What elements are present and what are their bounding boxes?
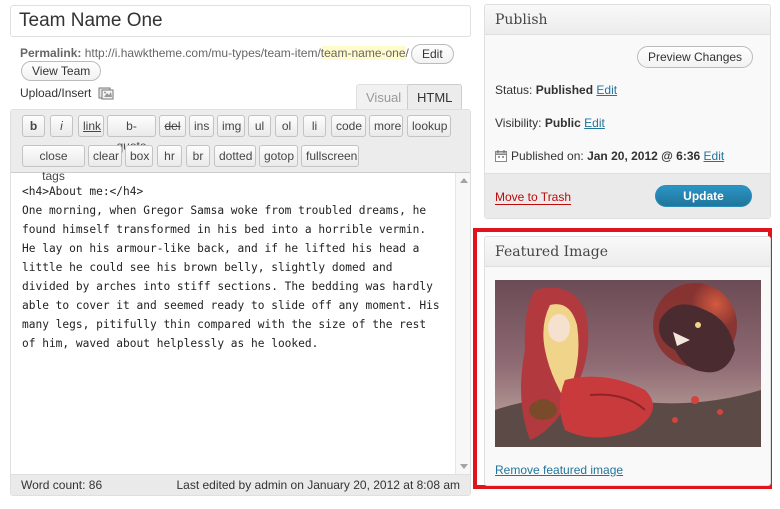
view-team-button[interactable]: View Team [21,61,102,81]
publish-box-title[interactable]: Publish [485,5,770,35]
qt-ol-button[interactable]: ol [275,115,298,137]
scroll-up-arrow-icon[interactable] [460,178,468,183]
qt-bold-button[interactable]: b [22,115,45,137]
editor-scrollbar[interactable] [455,173,470,474]
edit-slug-button[interactable]: Edit [411,44,454,64]
qt-close-tags-button[interactable]: close tags [22,145,85,183]
preview-changes-button[interactable]: Preview Changes [637,46,754,68]
update-button[interactable]: Update [655,185,752,207]
qt-li-button[interactable]: li [303,115,326,137]
featured-image-box: Featured Image Remove featured image [484,236,771,486]
featured-image-thumbnail[interactable] [495,280,761,447]
content-textarea[interactable]: <h4>About me:</h4> One morning, when Gre… [11,173,456,473]
tab-visual[interactable]: Visual [356,84,412,110]
qt-br-button[interactable]: br [186,145,210,167]
status-value: Published [535,83,594,97]
last-edited: Last edited by admin on January 20, 2012… [176,478,460,492]
published-value: Jan 20, 2012 @ 6:36 [587,149,701,163]
permalink-base: http://i.hawktheme.com/mu-types/team-ite… [84,46,321,60]
permalink-trailing: / [405,46,409,60]
qt-hr-button[interactable]: hr [157,145,182,167]
permalink-label: Permalink: [20,46,82,60]
calendar-icon [495,150,507,162]
qt-clear-button[interactable]: clear [88,145,122,167]
status-row: Status: Published Edit [495,83,617,97]
published-on-row: Published on: Jan 20, 2012 @ 6:36 Edit [495,149,724,163]
qt-box-button[interactable]: box [125,145,153,167]
status-label: Status: [495,83,533,97]
permalink-slug[interactable]: team-name-one [320,46,406,60]
remove-featured-image-link[interactable]: Remove featured image [495,463,623,477]
published-edit-link[interactable]: Edit [704,149,725,163]
qt-dotted-button[interactable]: dotted [214,145,256,167]
visibility-label: Visibility: [495,116,542,130]
move-to-trash-link[interactable]: Move to Trash [495,190,572,205]
editor-status-bar: Word count: 86 Last edited by admin on J… [11,474,470,495]
publish-actions: Move to Trash Update [485,173,770,218]
upload-insert-label: Upload/Insert [20,86,92,100]
qt-ul-button[interactable]: ul [248,115,271,137]
editor-container: b i link b-quote del ins img ul ol li co… [10,109,471,496]
qt-more-button[interactable]: more [369,115,403,137]
status-edit-link[interactable]: Edit [596,83,617,97]
visibility-value: Public [544,116,581,130]
qt-del-button[interactable]: del [159,115,186,137]
permalink-row: Permalink: http://i.hawktheme.com/mu-typ… [20,45,470,61]
visibility-row: Visibility: Public Edit [495,116,605,130]
qt-img-button[interactable]: img [217,115,245,137]
add-media-icon[interactable] [98,86,114,100]
qt-fullscreen-button[interactable]: fullscreen [301,145,359,167]
qt-gotop-button[interactable]: gotop [259,145,298,167]
post-title-input[interactable]: Team Name One [10,5,471,37]
qt-lookup-button[interactable]: lookup [407,115,451,137]
visibility-edit-link[interactable]: Edit [584,116,605,130]
qt-ins-button[interactable]: ins [189,115,214,137]
tab-html[interactable]: HTML [407,84,463,110]
qt-bquote-button[interactable]: b-quote [107,115,156,153]
featured-image-title[interactable]: Featured Image [485,237,770,267]
qt-code-button[interactable]: code [331,115,366,137]
publish-box: Publish Preview Changes Status: Publishe… [484,4,771,219]
published-label: Published on: [511,149,584,163]
qt-italic-button[interactable]: i [50,115,73,137]
scroll-down-arrow-icon[interactable] [460,464,468,469]
quicktags-toolbar: b i link b-quote del ins img ul ol li co… [11,110,470,183]
qt-link-button[interactable]: link [78,115,104,137]
word-count: Word count: 86 [21,478,103,492]
